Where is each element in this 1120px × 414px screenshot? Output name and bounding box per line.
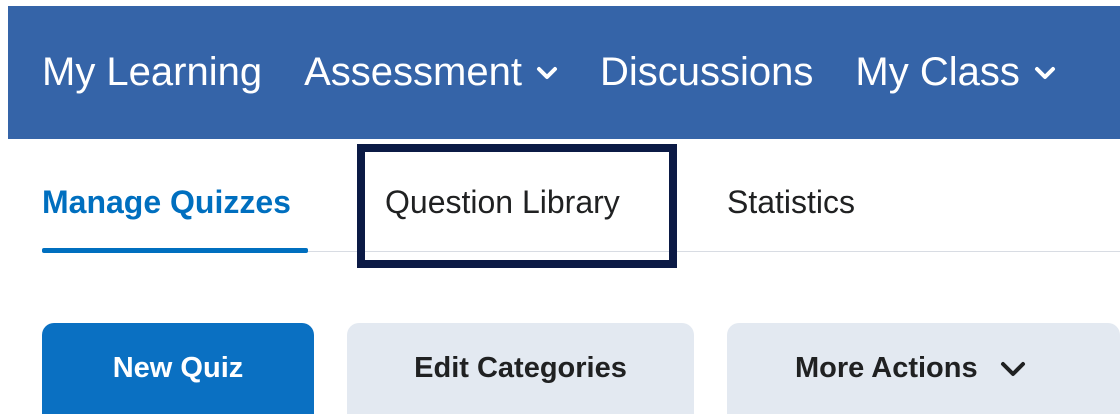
chevron-down-icon: [536, 66, 557, 79]
nav-item-my-learning[interactable]: My Learning: [42, 50, 262, 95]
active-tab-indicator: [42, 248, 308, 253]
chevron-down-icon: [1034, 66, 1055, 79]
new-quiz-button[interactable]: New Quiz: [42, 323, 314, 414]
edit-categories-button[interactable]: Edit Categories: [347, 323, 694, 414]
new-quiz-button-label: New Quiz: [112, 352, 244, 384]
tab-question-library[interactable]: Question Library: [385, 184, 620, 221]
chevron-down-icon: [1000, 361, 1025, 376]
top-navigation-bar: My Learning Assessment Discussions My Cl…: [8, 6, 1120, 139]
nav-item-my-class[interactable]: My Class: [855, 50, 1055, 95]
nav-item-discussions[interactable]: Discussions: [600, 50, 813, 95]
nav-item-label: Discussions: [599, 50, 814, 94]
edit-categories-button-label: Edit Categories: [414, 352, 627, 384]
nav-item-label: My Learning: [42, 50, 263, 94]
nav-item-label: Assessment: [304, 50, 522, 94]
tab-statistics[interactable]: Statistics: [727, 184, 855, 221]
nav-item-label: My Class: [855, 50, 1020, 94]
more-actions-button-label: More Actions: [795, 352, 978, 384]
more-actions-button[interactable]: More Actions: [727, 323, 1120, 414]
tab-manage-quizzes[interactable]: Manage Quizzes: [42, 184, 291, 221]
page: My Learning Assessment Discussions My Cl…: [0, 0, 1120, 414]
nav-item-assessment[interactable]: Assessment: [304, 50, 558, 95]
